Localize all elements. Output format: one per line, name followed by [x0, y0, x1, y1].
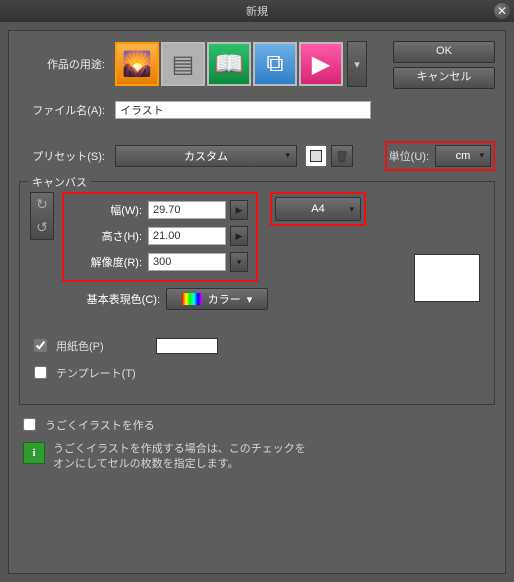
size-preset-value: A4 [311, 203, 324, 215]
basecolor-value: カラー [208, 291, 241, 307]
papercolor-swatch[interactable] [156, 338, 218, 354]
basecolor-dropdown[interactable]: カラー ▾ [166, 288, 268, 310]
basecolor-label: 基本表現色(C): [60, 291, 166, 307]
preset-value: カスタム [184, 148, 228, 164]
purpose-animation[interactable]: ▶ [299, 42, 343, 86]
papercolor-checkbox[interactable] [34, 339, 47, 352]
unit-value: cm [456, 150, 471, 162]
chevron-down-icon: ▾ [349, 204, 354, 215]
height-label: 高さ(H): [72, 228, 148, 244]
purpose-comic[interactable]: ▤ [161, 42, 205, 86]
animate-label: うごくイラストを作る [45, 417, 155, 433]
purpose-more-button[interactable]: ▾ [347, 41, 367, 87]
unit-label: 単位(U): [389, 148, 429, 164]
canvas-group-title: キャンバス [28, 174, 91, 190]
save-preset-button[interactable] [305, 145, 327, 167]
width-input[interactable] [148, 201, 226, 219]
color-swatch-icon [182, 293, 202, 305]
width-menu-button[interactable]: ▶ [230, 200, 248, 220]
purpose-illustration[interactable]: 🌄 [115, 42, 159, 86]
size-preset-dropdown[interactable]: A4 ▾ [275, 197, 361, 221]
cancel-button[interactable]: キャンセル [393, 67, 495, 89]
animate-checkbox[interactable] [23, 418, 36, 431]
height-input[interactable] [148, 227, 226, 245]
titlebar: 新規 ✕ [0, 0, 514, 22]
template-label: テンプレート(T) [56, 365, 136, 381]
canvas-group: キャンバス ↻ ↺ 幅(W): ▶ 高さ(H): [19, 181, 495, 405]
papercolor-label: 用紙色(P) [56, 338, 104, 354]
rotate-cw-icon: ↻ [36, 196, 48, 213]
chevron-down-icon: ▾ [479, 150, 484, 161]
width-label: 幅(W): [72, 202, 148, 218]
info-icon: i [23, 442, 45, 464]
animate-hint: うごくイラストを作成する場合は、このチェックをオンにしてセルの枚数を指定します。 [53, 442, 313, 473]
orientation-toggle[interactable]: ↻ ↺ [30, 192, 54, 240]
height-menu-button[interactable]: ▶ [230, 226, 248, 246]
filename-label: ファイル名(A): [19, 102, 115, 118]
window-title: 新規 [246, 3, 268, 19]
resolution-input[interactable] [148, 253, 226, 271]
chevron-down-icon: ▾ [285, 150, 290, 161]
canvas-preview [414, 254, 480, 302]
purpose-print[interactable]: ⧉ [253, 42, 297, 86]
unit-dropdown[interactable]: cm ▾ [435, 145, 491, 167]
chevron-down-icon: ▾ [247, 293, 253, 306]
preset-dropdown[interactable]: カスタム ▾ [115, 145, 297, 167]
preset-label: プリセット(S): [19, 148, 115, 164]
resolution-menu-button[interactable]: ▾ [230, 252, 248, 272]
ok-button[interactable]: OK [393, 41, 495, 63]
rotate-ccw-icon: ↺ [36, 219, 48, 236]
purpose-label: 作品の用途: [19, 56, 115, 72]
template-checkbox[interactable] [34, 366, 47, 379]
delete-preset-button[interactable]: 🗑 [331, 145, 353, 167]
resolution-label: 解像度(R): [72, 254, 148, 270]
close-icon[interactable]: ✕ [494, 3, 510, 19]
purpose-book[interactable]: 📖 [207, 42, 251, 86]
filename-input[interactable] [115, 101, 371, 119]
